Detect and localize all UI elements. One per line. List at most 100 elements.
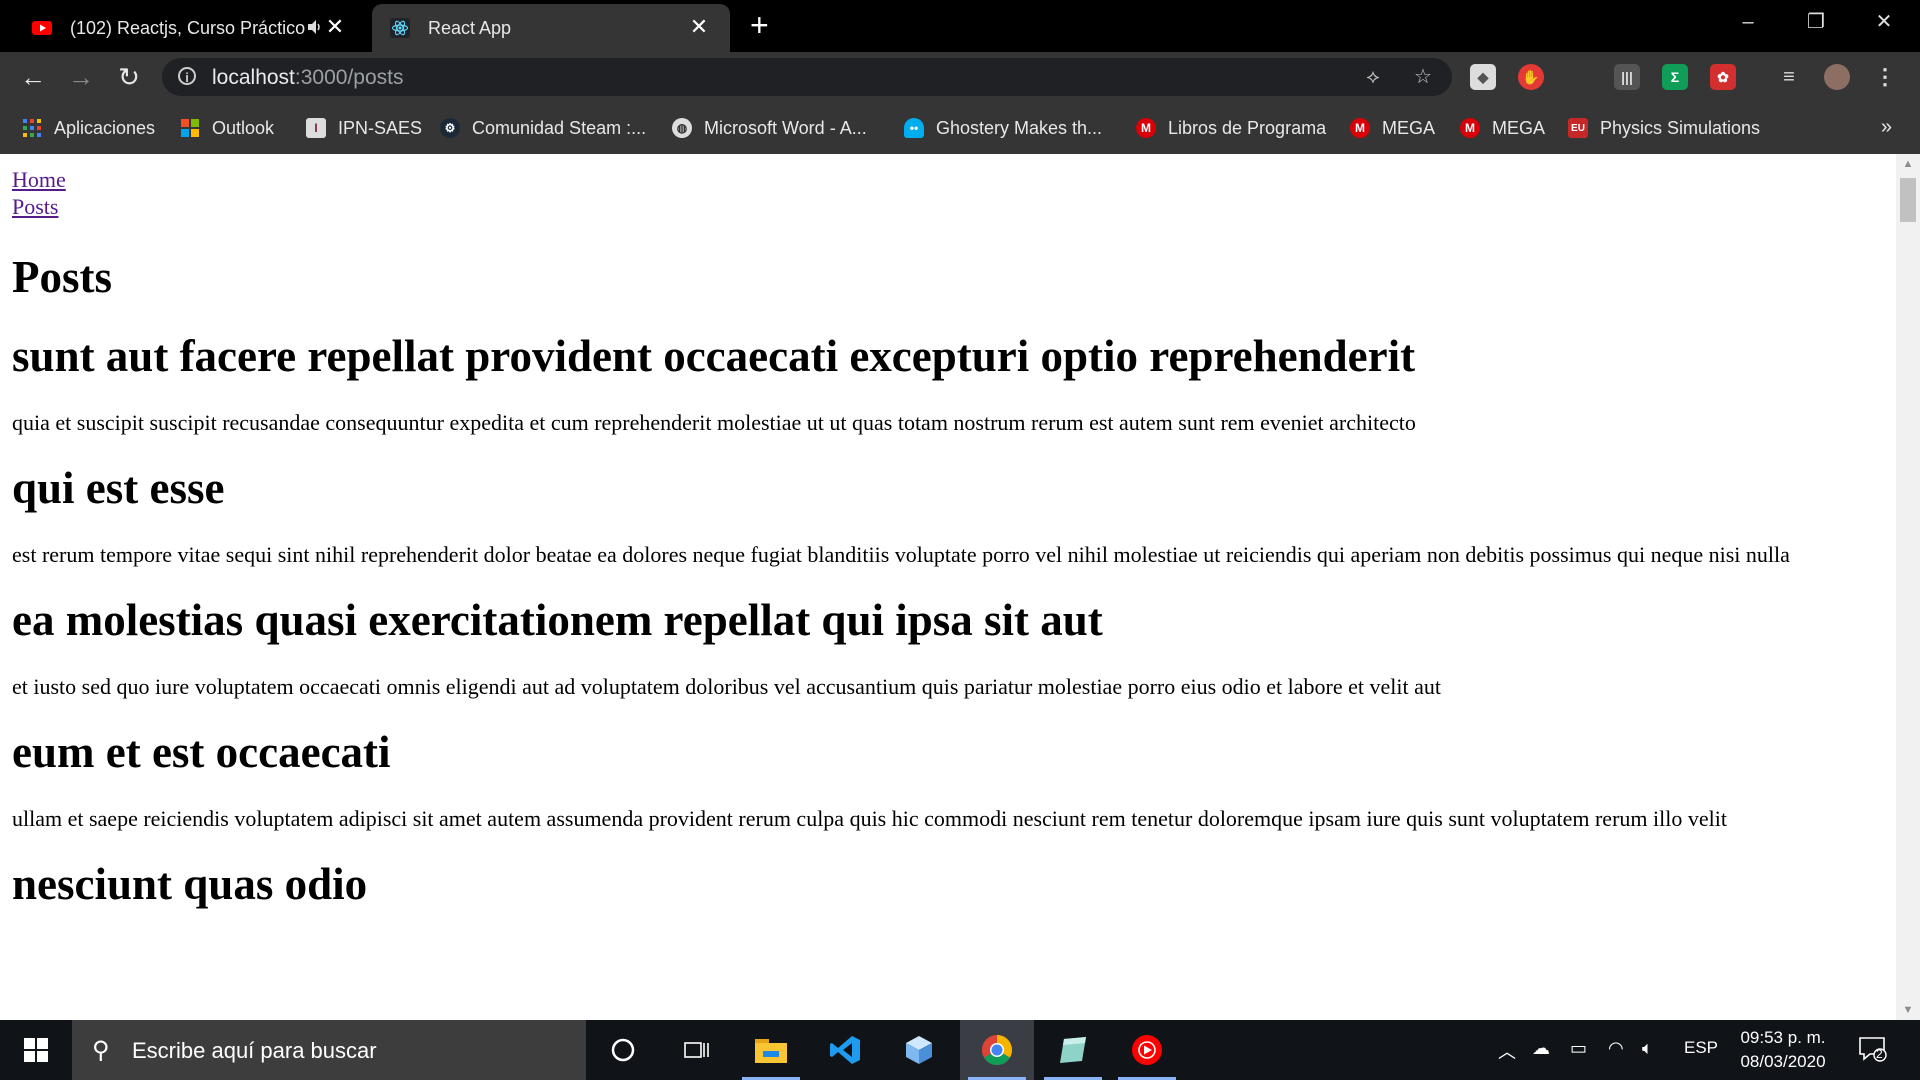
notes-app-icon[interactable] <box>1036 1020 1110 1080</box>
site-info-icon[interactable]: i <box>178 67 196 85</box>
new-tab-button[interactable]: + <box>750 9 769 41</box>
post-title: eum et est occaecati <box>12 727 391 777</box>
steam-icon: ⚙ <box>440 118 460 138</box>
bookmark-steam[interactable]: ⚙ Comunidad Steam :... <box>440 114 646 142</box>
bookmark-mega-1[interactable]: M MEGA <box>1350 114 1435 142</box>
extension-game-icon[interactable]: ✿ <box>1710 64 1736 90</box>
microsoft-icon <box>180 118 200 138</box>
extension-adblock-icon[interactable]: ✋ <box>1518 64 1544 90</box>
bookmark-star-icon[interactable]: ☆ <box>1412 66 1434 88</box>
scroll-thumb[interactable] <box>1900 178 1916 222</box>
bookmark-mega-2[interactable]: M MEGA <box>1460 114 1545 142</box>
tab-title: React App <box>428 17 512 38</box>
windows-taskbar: ⚲ Escribe aquí para buscar ︿ ☁ ▭ ◠ 🔈︎ ES… <box>0 1020 1920 1080</box>
window-close-icon[interactable]: ✕ <box>1864 8 1904 36</box>
cortana-icon[interactable] <box>586 1020 660 1080</box>
post-title: sunt aut facere repellat provident occae… <box>12 331 1416 381</box>
menu-kebab-icon[interactable]: ⋮ <box>1872 64 1898 90</box>
restore-icon[interactable]: ❐ <box>1796 8 1836 36</box>
bookmark-label: Libros de Programa <box>1168 117 1327 138</box>
ghostery-icon: •• <box>904 118 924 138</box>
bookmark-label: IPN-SAES <box>338 117 423 138</box>
url-text[interactable]: localhost:3000/posts <box>212 66 403 90</box>
bookmarks-overflow-icon[interactable]: » <box>1881 116 1892 139</box>
bookmark-label: Physics Simulations <box>1600 117 1761 138</box>
post-title: qui est esse <box>12 463 225 513</box>
avatar[interactable] <box>1824 64 1850 90</box>
mega-icon: M <box>1350 118 1370 138</box>
page-viewport: Home Posts Posts sunt aut facere repella… <box>0 154 1896 1020</box>
notification-center-icon[interactable]: 2 <box>1858 1036 1888 1062</box>
bookmark-ipn-saes[interactable]: I IPN-SAES <box>306 114 422 142</box>
bookmark-label: MEGA <box>1382 117 1436 138</box>
speaker-icon[interactable] <box>306 18 324 36</box>
onedrive-icon[interactable]: ☁ <box>1532 1038 1550 1059</box>
3d-viewer-icon[interactable] <box>882 1020 956 1080</box>
bookmark-libros[interactable]: M Libros de Programa <box>1136 114 1326 142</box>
bookmark-label: Aplicaciones <box>54 117 156 138</box>
tray-overflow-icon[interactable]: ︿ <box>1498 1038 1516 1064</box>
page-title: Posts <box>12 252 112 302</box>
apps-grid-icon <box>22 118 42 138</box>
clock[interactable]: 09:53 p. m. 08/03/2020 <box>1728 1026 1838 1074</box>
taskbar-search-box[interactable]: ⚲ Escribe aquí para buscar <box>72 1020 586 1080</box>
task-view-icon[interactable] <box>660 1020 734 1080</box>
bookmark-physics[interactable]: EU Physics Simulations <box>1568 114 1760 142</box>
language-indicator[interactable]: ESP <box>1684 1038 1718 1058</box>
bookmark-outlook[interactable]: Outlook <box>180 114 274 142</box>
clock-date: 08/03/2020 <box>1740 1052 1826 1071</box>
youtube-music-icon[interactable] <box>1110 1020 1184 1080</box>
search-icon: ⚲ <box>92 1037 110 1064</box>
vscode-icon[interactable] <box>808 1020 882 1080</box>
clock-time: 09:53 p. m. <box>1740 1028 1826 1047</box>
forward-icon[interactable]: → <box>66 62 96 92</box>
bookmark-label: MEGA <box>1492 117 1546 138</box>
tab-strip: (102) Reactjs, Curso Práctico ✕ React Ap… <box>0 0 1920 52</box>
close-tab-icon[interactable]: ✕ <box>324 16 346 38</box>
chrome-icon[interactable] <box>960 1020 1034 1080</box>
post-body: ullam et saepe reiciendis voluptatem adi… <box>12 806 1727 831</box>
youtube-icon <box>32 18 52 38</box>
extension-bars-icon[interactable]: ||| <box>1614 64 1640 90</box>
bookmark-ghostery[interactable]: •• Ghostery Makes th... <box>904 114 1102 142</box>
bookmarks-bar: Aplicaciones Outlook I IPN-SAES ⚙ Comuni… <box>0 102 1920 154</box>
post-body: est rerum tempore vitae sequi sint nihil… <box>12 542 1790 567</box>
bookmark-label: Microsoft Word - A... <box>704 117 867 138</box>
media-control-icon[interactable]: ≡ <box>1776 64 1802 90</box>
minimize-icon[interactable]: – <box>1728 8 1768 36</box>
reload-icon[interactable]: ↻ <box>114 62 144 92</box>
extension-sigma-icon[interactable]: Σ <box>1662 64 1688 90</box>
tab-react-app[interactable]: React App ✕ <box>372 4 730 52</box>
post-body: quia et suscipit suscipit recusandae con… <box>12 410 1416 435</box>
nav-link-posts[interactable]: Posts <box>12 193 1892 220</box>
translate-icon[interactable]: ⟡ <box>1362 66 1384 88</box>
wifi-icon[interactable]: ◠ <box>1608 1038 1624 1059</box>
tab-youtube[interactable]: (102) Reactjs, Curso Práctico ✕ <box>0 4 366 52</box>
post-title: nesciunt quas odio <box>12 859 368 909</box>
post-body: et iusto sed quo iure voluptatem occaeca… <box>12 674 1441 699</box>
file-explorer-icon[interactable] <box>734 1020 808 1080</box>
address-bar[interactable]: i localhost:3000/posts ⟡ ☆ <box>162 58 1452 96</box>
battery-icon[interactable]: ▭ <box>1570 1038 1587 1059</box>
windows-start-icon[interactable] <box>0 1020 72 1080</box>
post-title: ea molestias quasi exercitationem repell… <box>12 595 1103 645</box>
nav-links: Home Posts <box>12 154 1892 220</box>
notification-count: 2 <box>1876 1047 1883 1061</box>
eu-icon: EU <box>1568 118 1588 138</box>
page-scrollbar[interactable]: ▲ ▼ <box>1896 154 1920 1020</box>
bookmark-label: Outlook <box>212 117 275 138</box>
react-icon <box>390 18 410 38</box>
scroll-down-arrow-icon[interactable]: ▼ <box>1896 1000 1920 1020</box>
bookmark-label: Comunidad Steam :... <box>472 117 647 138</box>
nav-link-home[interactable]: Home <box>12 166 1892 193</box>
bookmark-word[interactable]: ◍ Microsoft Word - A... <box>672 114 867 142</box>
search-placeholder: Escribe aquí para buscar <box>132 1038 377 1063</box>
close-tab-icon[interactable]: ✕ <box>688 16 710 38</box>
volume-icon[interactable]: 🔈︎ <box>1642 1038 1653 1059</box>
mega-icon: M <box>1460 118 1480 138</box>
back-icon[interactable]: ← <box>18 62 48 92</box>
bookmark-label: Ghostery Makes th... <box>936 117 1103 138</box>
bookmark-aplicaciones[interactable]: Aplicaciones <box>22 114 155 142</box>
scroll-up-arrow-icon[interactable]: ▲ <box>1896 154 1920 174</box>
extension-cube-icon[interactable]: ◆ <box>1470 64 1496 90</box>
